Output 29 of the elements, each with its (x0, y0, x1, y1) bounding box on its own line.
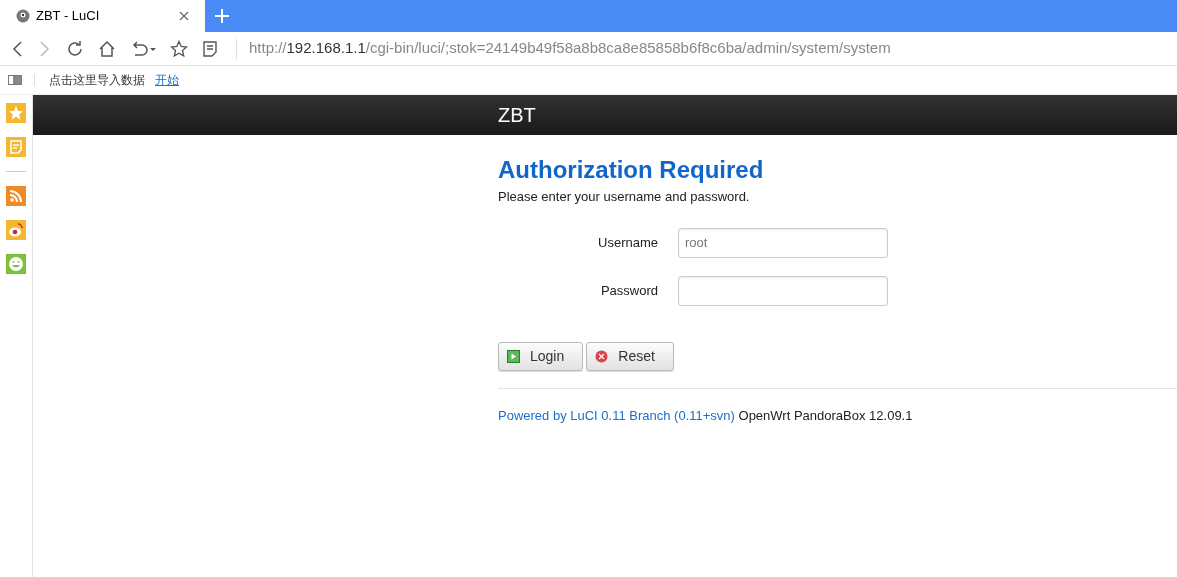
close-icon[interactable] (179, 11, 189, 21)
star-icon[interactable] (170, 39, 188, 58)
star-icon[interactable] (6, 103, 26, 123)
start-link[interactable]: 开始 (155, 71, 179, 89)
reload-icon[interactable] (66, 39, 84, 58)
field-label: Username (597, 233, 659, 252)
password-field[interactable] (678, 275, 888, 306)
eye-icon[interactable] (6, 220, 26, 240)
back-icon[interactable] (10, 39, 24, 58)
import-hint: 点击这里导入数据 (49, 72, 145, 89)
reset-button[interactable]: Reset (586, 341, 674, 371)
sidebar-toggle-icon[interactable] (8, 75, 22, 85)
version-text: OpenWrt PandoraBox 12.09.1 (738, 407, 913, 423)
browser-tab[interactable]: ZBT - LuCI (0, 0, 205, 32)
login-button[interactable]: Login (498, 341, 584, 371)
address-field[interactable]: http://192.168.1.1/cgi-bin/luci/;stok=24149b49f58a8b8ca8e85858b6f8c6ba/admin/system/system (249, 37, 891, 60)
home-icon[interactable] (98, 39, 116, 58)
intro-text: Please enter your username and password. (498, 188, 751, 206)
play-icon (507, 349, 520, 363)
notes-icon[interactable] (202, 39, 218, 58)
brand-title[interactable]: ZBT (498, 100, 536, 130)
undo-icon[interactable] (130, 39, 156, 58)
rss-icon[interactable] (6, 186, 26, 206)
field-label: Password (599, 281, 659, 300)
luci-link[interactable]: Powered by LuCI 0.11 Branch (0.11+svn) (498, 407, 735, 423)
username-field[interactable]: root (678, 227, 888, 258)
cancel-icon (595, 349, 609, 363)
page-heading: Authorization Required (498, 156, 765, 184)
new-tab-icon[interactable] (215, 9, 229, 23)
